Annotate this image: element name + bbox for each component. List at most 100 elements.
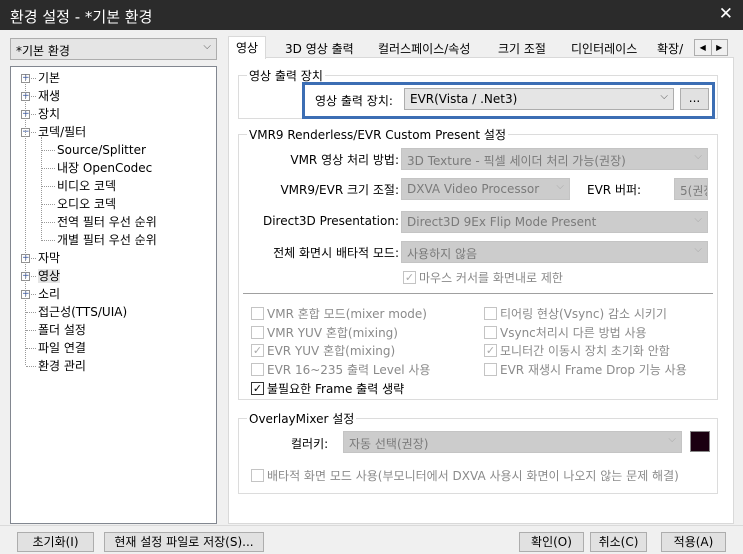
tree-item-label: 파일 연결 bbox=[38, 341, 86, 355]
ok-button[interactable]: 확인(O) bbox=[519, 532, 584, 552]
tree-item[interactable]: Source/Splitter bbox=[57, 141, 146, 159]
separator bbox=[243, 293, 713, 294]
option-checkbox[interactable]: ✓ EVR YUV 혼합(mixing) bbox=[251, 342, 395, 359]
tree-item[interactable]: 내장 OpenCodec bbox=[57, 159, 152, 177]
tree-item[interactable]: 재생 bbox=[38, 87, 60, 105]
colorkey-swatch-button[interactable] bbox=[690, 431, 710, 452]
button-label: 현재 설정 파일로 저장(S)... bbox=[114, 535, 254, 549]
button-label: 적용(A) bbox=[673, 535, 714, 549]
cancel-button[interactable]: 취소(C) bbox=[590, 532, 647, 552]
video-tab-panel: 영상 출력 장치 영상 출력 장치: EVR(Vista / .Net3) ⌵ .… bbox=[228, 57, 734, 524]
tree-item[interactable]: 접근성(TTS/UIA) bbox=[38, 303, 127, 321]
option-checkbox[interactable]: EVR 재생시 Frame Drop 기능 사용 bbox=[484, 361, 687, 378]
d3d-value: Direct3D 9Ex Flip Mode Present bbox=[407, 215, 597, 229]
output-device-select[interactable]: EVR(Vista / .Net3) ⌵ bbox=[404, 88, 674, 110]
tree-item[interactable]: 자막 bbox=[38, 249, 60, 267]
tree-item[interactable]: 전역 필터 우선 순위 bbox=[57, 213, 157, 231]
resize-select[interactable]: DXVA Video Processor ⌵ bbox=[401, 178, 570, 200]
buffer-label: EVR 버퍼: bbox=[587, 183, 642, 197]
chevron-down-icon: ⌵ bbox=[694, 244, 702, 255]
option-checkbox[interactable]: 티어링 현상(Vsync) 감소 시키기 bbox=[484, 305, 667, 322]
buffer-select[interactable]: 5(권장) bbox=[674, 178, 708, 200]
tree-item[interactable]: 코덱/필터 bbox=[38, 123, 86, 141]
tree-item[interactable]: 오디오 코덱 bbox=[57, 195, 116, 213]
tree-connector bbox=[26, 366, 36, 367]
tree-item-label: 코덱/필터 bbox=[38, 125, 87, 139]
fullscreen-select[interactable]: 사용하지 않음 ⌵ bbox=[401, 241, 708, 263]
tree-item-label: 비디오 코덱 bbox=[57, 179, 117, 193]
output-device-options-button[interactable]: ... bbox=[680, 88, 709, 110]
checkmark-icon: ✓ bbox=[484, 344, 497, 358]
checkbox-label: EVR 16~235 출력 Level 사용 bbox=[267, 363, 431, 378]
reset-button[interactable]: 초기화(I) bbox=[17, 532, 94, 552]
button-label: 초기화(I) bbox=[32, 535, 79, 549]
d3d-select[interactable]: Direct3D 9Ex Flip Mode Present ⌵ bbox=[401, 211, 708, 233]
save-settings-file-button[interactable]: 현재 설정 파일로 저장(S)... bbox=[104, 532, 264, 552]
apply-button[interactable]: 적용(A) bbox=[661, 532, 726, 552]
option-checkbox[interactable]: Vsync처리시 다른 방법 사용 bbox=[484, 324, 647, 341]
fullscreen-value: 사용하지 않음 bbox=[407, 247, 478, 261]
tree-item-label: 전역 필터 우선 순위 bbox=[57, 215, 157, 229]
checkbox-label: 배타적 화면 모드 사용(부모니터에서 DXVA 사용시 화면이 나오지 않는 … bbox=[267, 469, 679, 483]
checkmark-icon: ✓ bbox=[251, 344, 264, 358]
option-checkbox[interactable]: ✓ 불필요한 Frame 출력 생략 bbox=[251, 380, 404, 397]
button-label: 확인(O) bbox=[531, 535, 572, 549]
tree-item[interactable]: 장치 bbox=[38, 105, 60, 123]
tab-video[interactable]: 영상 bbox=[228, 36, 267, 59]
checkmark-icon: ✓ bbox=[251, 381, 264, 395]
overlay-mixer-group: OverlayMixer 설정 컬러키: 자동 선택(권장) ⌵ 배타적 화면 모… bbox=[238, 410, 718, 494]
tree-connector bbox=[41, 168, 55, 169]
method-value: 3D Texture - 픽셀 세이더 처리 가능(권장) bbox=[407, 154, 626, 168]
confine-mouse-checkbox[interactable]: ✓ 마우스 커서를 화면내로 제한 bbox=[403, 269, 563, 286]
tab-3d-output[interactable]: 3D 영상 출력 bbox=[278, 38, 361, 58]
tree-connector bbox=[41, 137, 42, 239]
close-icon[interactable]: ✕ bbox=[719, 4, 733, 24]
checkbox-label: 모니터간 이동시 장치 초기화 안함 bbox=[500, 344, 670, 359]
option-checkbox[interactable]: ✓ 모니터간 이동시 장치 초기화 안함 bbox=[484, 342, 670, 359]
chevron-down-icon: ⌵ bbox=[668, 434, 676, 445]
tree-item-label: 개별 필터 우선 순위 bbox=[57, 233, 157, 247]
option-checkbox[interactable]: VMR YUV 혼합(mixing) bbox=[251, 324, 398, 341]
resize-value: DXVA Video Processor bbox=[407, 182, 540, 196]
tree-connector bbox=[41, 222, 55, 223]
tab-extension[interactable]: 확장/ bbox=[650, 38, 696, 58]
checkbox-icon bbox=[251, 469, 264, 482]
checkbox-label: Vsync처리시 다른 방법 사용 bbox=[500, 325, 647, 340]
option-checkbox[interactable]: VMR 혼합 모드(mixer mode) bbox=[251, 305, 427, 322]
tree-item[interactable]: 폴더 설정 bbox=[38, 321, 86, 339]
method-select[interactable]: 3D Texture - 픽셀 세이더 처리 가능(권장) ⌵ bbox=[401, 148, 708, 170]
checkbox-label: VMR 혼합 모드(mixer mode) bbox=[267, 307, 427, 321]
tree-connector bbox=[41, 240, 55, 241]
tree-item-label: 소리 bbox=[38, 287, 61, 301]
tree-item[interactable]: 기본 bbox=[38, 69, 60, 87]
scroll-right-icon[interactable]: ▶ bbox=[712, 40, 728, 55]
checkbox-icon bbox=[251, 325, 264, 339]
preset-select[interactable]: *기본 환경 ⌵ bbox=[10, 38, 217, 60]
checkbox-label: 마우스 커서를 화면내로 제한 bbox=[419, 271, 563, 285]
scroll-left-icon[interactable]: ◀ bbox=[695, 40, 712, 55]
tab-resize[interactable]: 크기 조절 bbox=[491, 38, 553, 58]
colorkey-select[interactable]: 자동 선택(권장) ⌵ bbox=[343, 431, 682, 453]
tree-item[interactable]: 소리 bbox=[38, 285, 60, 303]
method-label: VMR 영상 처리 방법: bbox=[290, 153, 399, 167]
tab-colorspace[interactable]: 컬러스페이스/속성 bbox=[371, 38, 477, 58]
checkbox-icon bbox=[484, 307, 497, 320]
tree-item[interactable]: 비디오 코덱 bbox=[57, 177, 116, 195]
exclusive-mode-checkbox[interactable]: 배타적 화면 모드 사용(부모니터에서 DXVA 사용시 화면이 나오지 않는 … bbox=[251, 467, 679, 484]
tree-connector bbox=[41, 204, 55, 205]
title-bar: 환경 설정 - *기본 환경 ✕ bbox=[0, 0, 743, 30]
tab-deinterlace[interactable]: 디인터레이스 bbox=[564, 38, 644, 58]
tree-connector bbox=[41, 150, 55, 151]
tree-item-label: 환경 관리 bbox=[38, 359, 86, 373]
window-title: 환경 설정 - *기본 환경 bbox=[10, 8, 153, 26]
tree-connector bbox=[26, 330, 36, 331]
vmr-settings-group: VMR9 Renderless/EVR Custom Present 설정 VM… bbox=[238, 126, 718, 400]
colorkey-value: 자동 선택(권장) bbox=[349, 437, 429, 451]
settings-tree[interactable]: 기본 + 재생 + 장치 + 코덱/필터 − Source/Splitter 내장 OpenCod… bbox=[10, 66, 217, 524]
option-checkbox[interactable]: EVR 16~235 출력 Level 사용 bbox=[251, 361, 430, 378]
tree-item[interactable]: 개별 필터 우선 순위 bbox=[57, 231, 157, 249]
tree-item[interactable]: 환경 관리 bbox=[38, 357, 86, 375]
footer-separator bbox=[0, 525, 743, 526]
tree-item[interactable]: 파일 연결 bbox=[38, 339, 86, 357]
tree-item[interactable]: 영상 bbox=[38, 267, 61, 285]
